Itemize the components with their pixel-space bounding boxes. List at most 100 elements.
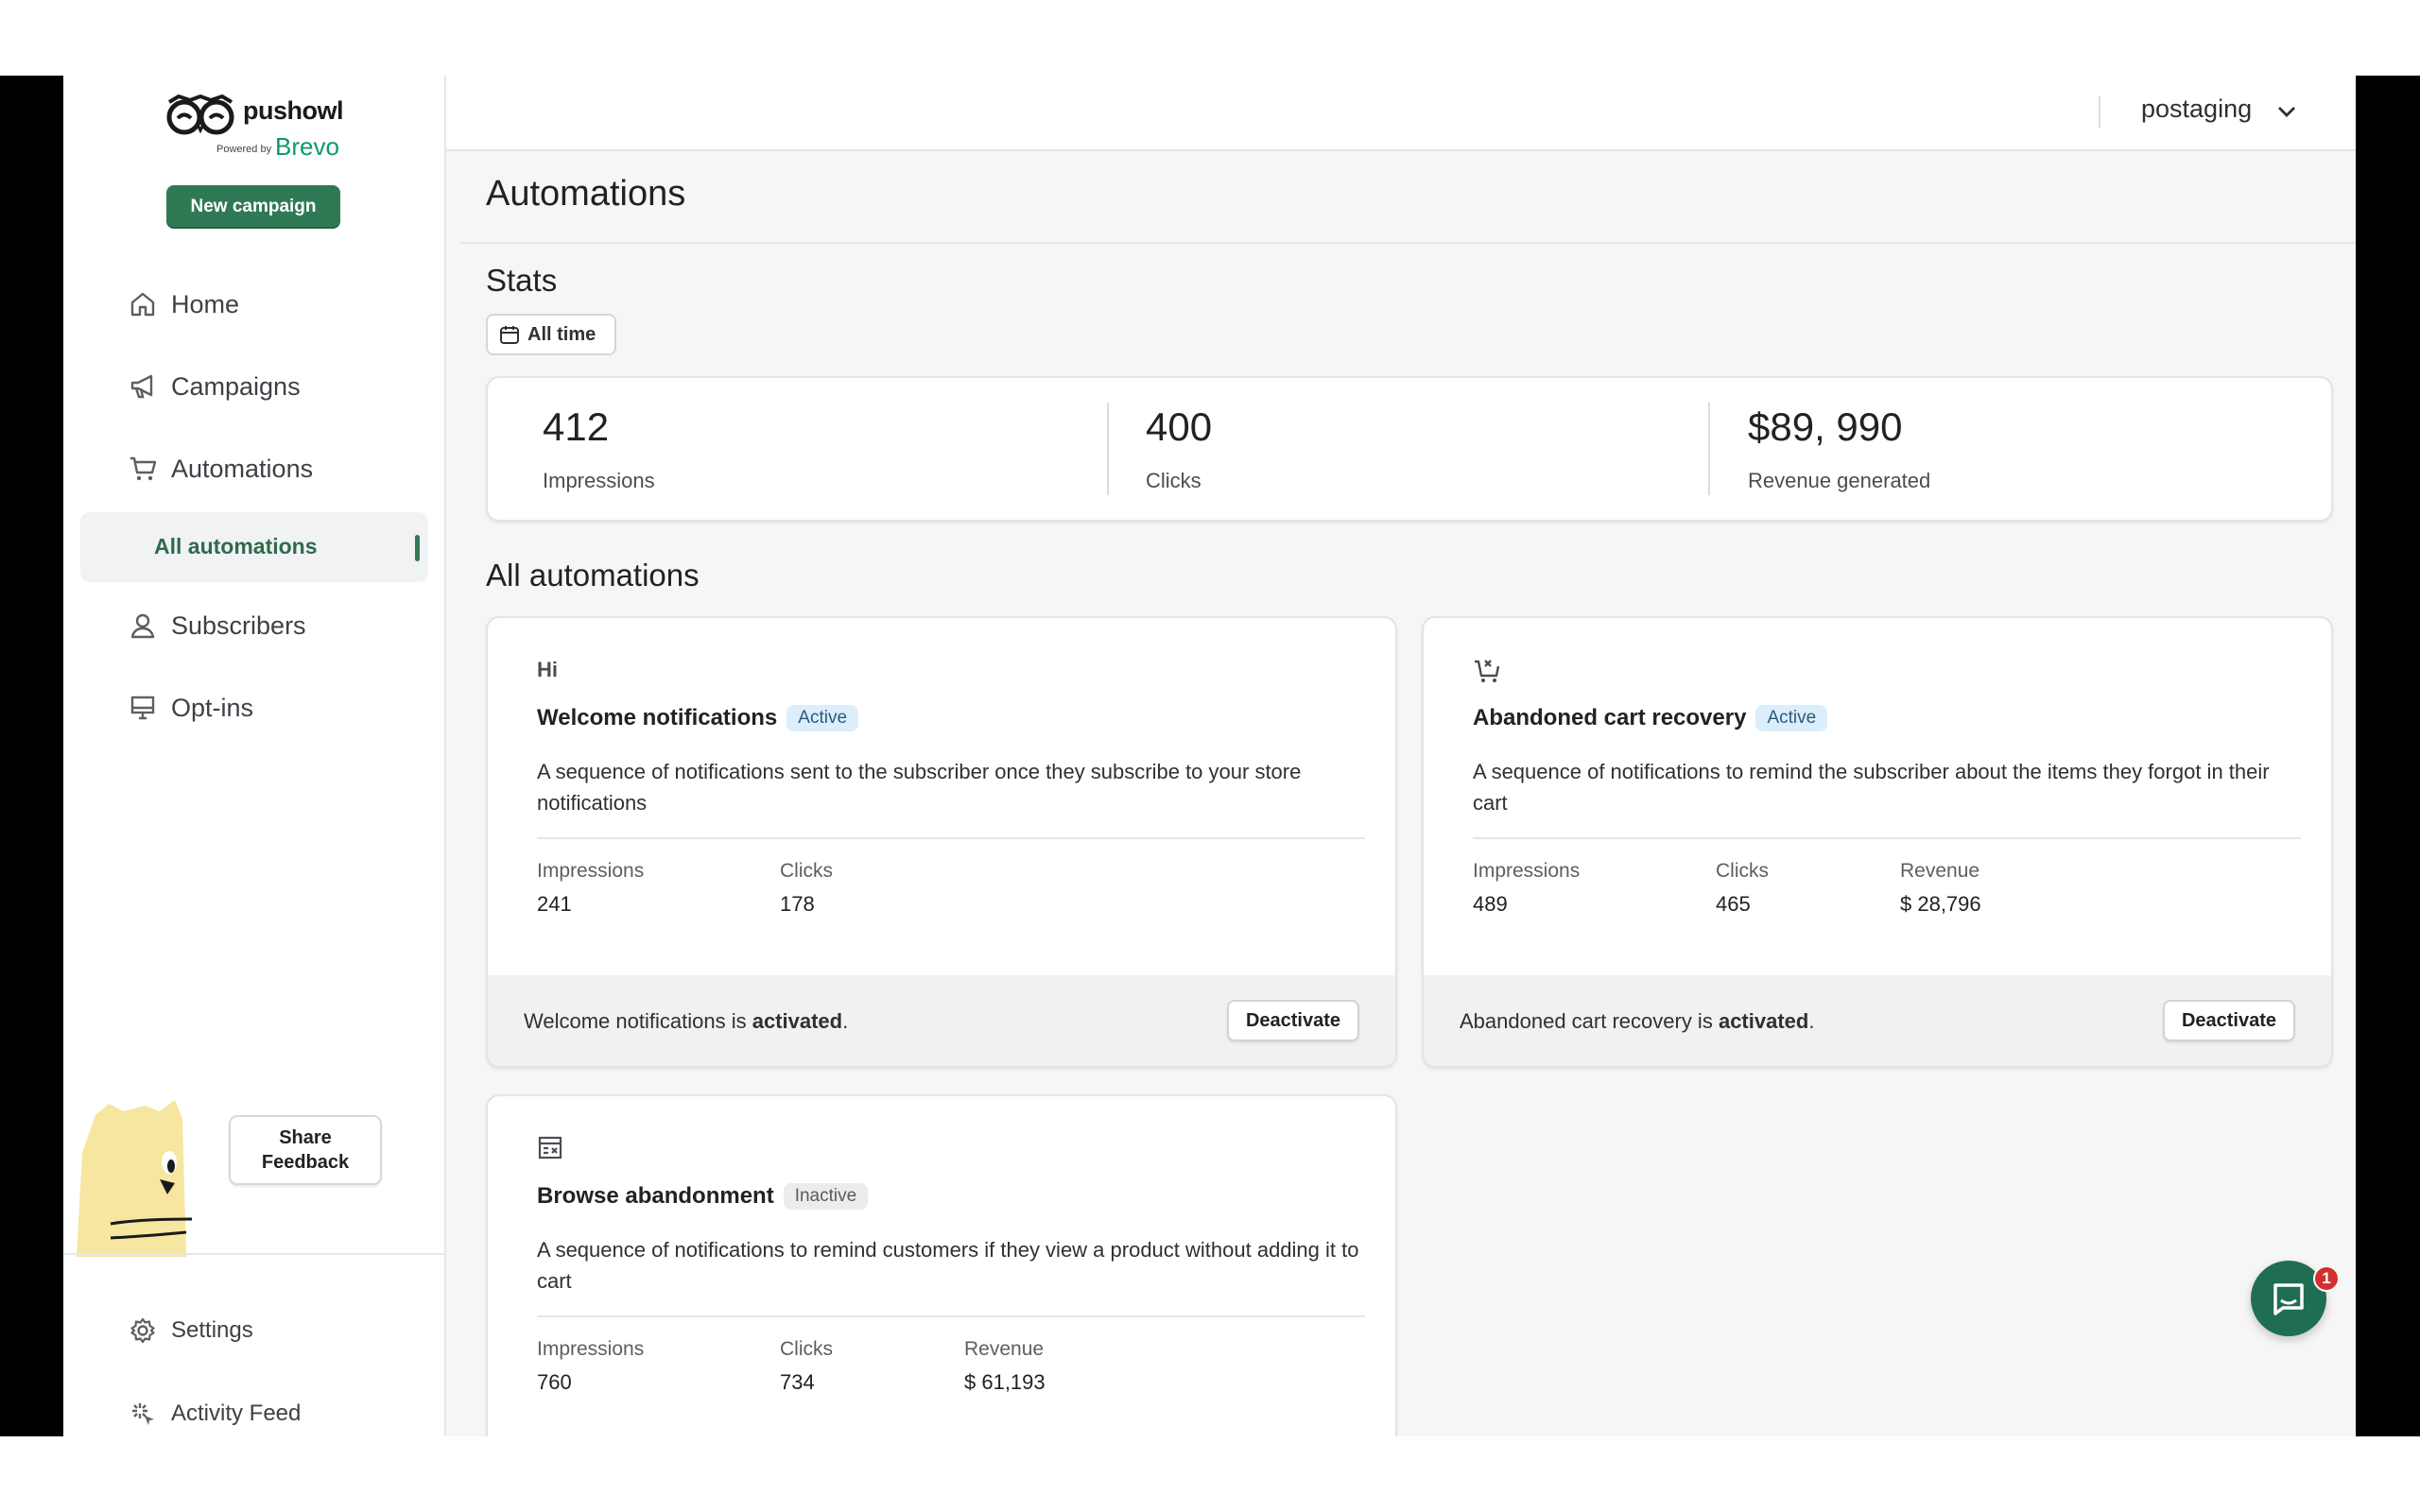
topbar-separator — [2099, 96, 2100, 129]
metric-revenue: Revenue $ 61,193 — [964, 1338, 1046, 1395]
metric-label: Clicks — [780, 1338, 833, 1360]
sidebar-item-label: Opt-ins — [171, 693, 254, 722]
metric-label: Impressions — [1473, 860, 1581, 882]
date-range-label: All time — [527, 323, 596, 345]
metric-label: Impressions — [537, 860, 645, 882]
automation-card-abandoned-cart[interactable]: Abandoned cart recovery Active A sequence… — [1422, 616, 2333, 1068]
chevron-down-icon[interactable] — [2275, 100, 2298, 123]
stat-revenue: $89, 990 Revenue generated — [1693, 378, 2317, 520]
automation-card-browse-abandonment[interactable]: Browse abandonment Inactive A sequence of… — [486, 1094, 1397, 1436]
metric-revenue: Revenue $ 28,796 — [1900, 860, 1981, 917]
automation-title-text: Abandoned cart recovery — [1473, 705, 1747, 730]
sidebar-item-automations[interactable]: Automations — [111, 440, 432, 497]
metric-value: 178 — [780, 892, 815, 916]
stats-card: 412 Impressions 400 Clicks $89, 990 Reve… — [486, 376, 2333, 522]
automation-title-text: Browse abandonment — [537, 1183, 774, 1209]
metric-label: Revenue — [964, 1338, 1045, 1360]
sidebar-item-label: Automations — [171, 454, 314, 483]
cart-icon — [128, 454, 158, 484]
card-divider — [537, 1315, 1365, 1317]
card-divider — [1473, 837, 2301, 839]
card-footer: Abandoned cart recovery is activated. De… — [1424, 975, 2331, 1066]
sidebar: pushowl Powered by Brevo New campaign Ho… — [63, 76, 446, 1436]
activation-status-text: Welcome notifications is activated. — [524, 1009, 848, 1034]
browse-icon — [537, 1134, 565, 1168]
title-divider — [460, 242, 2356, 244]
hi-icon: Hi — [537, 658, 558, 681]
owl-logo-icon — [166, 94, 234, 135]
unread-count-badge: 1 — [2313, 1265, 2340, 1292]
automation-title-text: Welcome notifications — [537, 705, 778, 730]
sidebar-item-all-automations[interactable]: All automations — [80, 512, 428, 582]
sidebar-item-activity-feed[interactable]: Activity Feed — [111, 1385, 432, 1436]
sidebar-item-opt-ins[interactable]: Opt-ins — [111, 679, 432, 736]
metric-label: Clicks — [1716, 860, 1769, 882]
stat-label: Clicks — [1146, 469, 1201, 492]
share-feedback-button[interactable]: Share Feedback — [229, 1115, 382, 1185]
metric-value: $ 28,796 — [1900, 892, 1981, 916]
stat-label: Revenue generated — [1748, 469, 1931, 492]
metric-impressions: Impressions 760 — [537, 1338, 644, 1395]
deactivate-button[interactable]: Deactivate — [1226, 1000, 1359, 1041]
status-badge: Active — [1755, 705, 1828, 731]
automation-title: Abandoned cart recovery Active — [1473, 705, 1828, 731]
deactivate-button[interactable]: Deactivate — [2162, 1000, 2295, 1041]
calendar-icon — [499, 324, 520, 345]
automation-description: A sequence of notifications to remind cu… — [537, 1238, 1359, 1293]
status-state: activated — [752, 1009, 843, 1033]
all-automations-title: All automations — [486, 558, 700, 593]
sidebar-item-home[interactable]: Home — [111, 276, 432, 333]
monitor-icon — [128, 693, 158, 723]
card-footer: Welcome notifications is activated. Deac… — [488, 975, 1395, 1066]
brand-name: pushowl — [243, 96, 344, 125]
active-indicator — [415, 535, 420, 561]
gear-icon — [128, 1315, 158, 1346]
metric-value: $ 61,193 — [964, 1370, 1046, 1394]
sidebar-item-settings[interactable]: Settings — [111, 1302, 432, 1359]
store-switcher[interactable]: postaging — [2141, 94, 2252, 124]
new-campaign-button[interactable]: New campaign — [166, 185, 340, 229]
sidebar-item-label: Home — [171, 289, 240, 318]
metric-value: 734 — [780, 1370, 815, 1394]
metric-value: 465 — [1716, 892, 1751, 916]
powered-by-text: Powered by — [216, 144, 272, 155]
sidebar-item-label: All automations — [154, 534, 318, 558]
status-state: activated — [1718, 1009, 1809, 1033]
metric-clicks: Clicks 734 — [780, 1338, 833, 1395]
metric-impressions: Impressions 241 — [537, 860, 644, 917]
cart-remove-icon — [1473, 656, 1501, 690]
metric-clicks: Clicks 465 — [1716, 860, 1769, 917]
chat-icon — [2273, 1283, 2304, 1315]
left-frame-border — [0, 76, 63, 1436]
status-suffix: . — [1808, 1009, 1815, 1033]
status-badge: Inactive — [783, 1183, 869, 1210]
pushowl-logo[interactable]: pushowl Powered by Brevo — [165, 87, 354, 163]
metric-value: 489 — [1473, 892, 1508, 916]
sidebar-item-campaigns[interactable]: Campaigns — [111, 358, 432, 415]
stat-value: 400 — [1146, 404, 1213, 449]
sidebar-item-label: Campaigns — [171, 371, 301, 401]
right-frame-border — [2356, 76, 2420, 1436]
sparkle-icon — [128, 1399, 158, 1429]
metric-impressions: Impressions 489 — [1473, 860, 1580, 917]
metric-value: 760 — [537, 1370, 572, 1394]
sidebar-divider — [63, 1253, 446, 1255]
automation-description: A sequence of notifications to remind th… — [1473, 760, 2270, 815]
stat-label: Impressions — [543, 469, 655, 492]
sidebar-item-label: Subscribers — [171, 610, 306, 640]
stat-clicks: 400 Clicks — [1091, 378, 1705, 520]
automation-title: Welcome notifications Active — [537, 705, 859, 731]
automation-card-welcome[interactable]: Hi Welcome notifications Active A sequenc… — [486, 616, 1397, 1068]
status-prefix: Abandoned cart recovery is — [1460, 1009, 1713, 1033]
top-bar: postaging — [446, 76, 2356, 151]
stat-value: $89, 990 — [1748, 404, 1903, 449]
date-range-button[interactable]: All time — [486, 314, 616, 355]
metric-value: 241 — [537, 892, 572, 916]
person-icon — [128, 610, 158, 641]
metric-label: Impressions — [537, 1338, 645, 1360]
sidebar-item-label: Settings — [171, 1317, 253, 1343]
card-divider — [537, 837, 1365, 839]
sidebar-item-subscribers[interactable]: Subscribers — [111, 597, 432, 654]
home-icon — [128, 289, 158, 319]
app-window: pushowl Powered by Brevo New campaign Ho… — [63, 76, 2356, 1436]
